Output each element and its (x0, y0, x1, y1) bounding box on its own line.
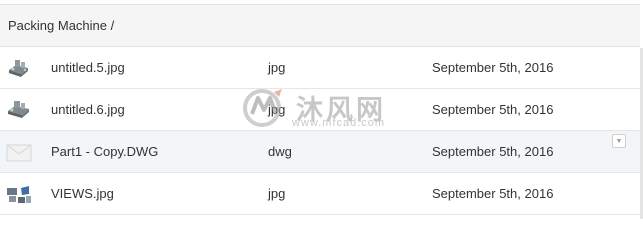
file-name[interactable]: Part1 - Copy.DWG (51, 131, 158, 173)
file-date: September 5th, 2016 (432, 186, 554, 201)
file-name[interactable]: VIEWS.jpg (51, 173, 114, 215)
file-row[interactable]: untitled.5.jpg jpg September 5th, 2016 (0, 47, 640, 89)
file-row[interactable]: Part1 - Copy.DWG dwg September 5th, 2016… (0, 131, 640, 173)
file-name[interactable]: untitled.5.jpg (51, 47, 125, 89)
envelope-file-icon[interactable] (6, 140, 32, 164)
machine-thumbnail-icon[interactable] (6, 56, 32, 80)
file-list: untitled.5.jpg jpg September 5th, 2016 u… (0, 47, 640, 215)
file-browser: Packing Machine / untitled.5.jpg jpg Sep… (0, 0, 643, 219)
machine-thumbnail-icon[interactable] (6, 98, 32, 122)
file-type: jpg (268, 186, 286, 201)
file-type: jpg (268, 60, 286, 75)
row-menu-button[interactable]: ▼ (612, 134, 626, 148)
breadcrumb: Packing Machine / (0, 4, 640, 47)
file-type: dwg (268, 144, 292, 159)
views-thumbnail-icon[interactable] (6, 182, 32, 206)
file-row[interactable]: VIEWS.jpg jpg September 5th, 2016 (0, 173, 640, 215)
file-date: September 5th, 2016 (432, 144, 554, 159)
file-date: September 5th, 2016 (432, 60, 554, 75)
file-date: September 5th, 2016 (432, 102, 554, 117)
file-type: jpg (268, 102, 286, 117)
file-name[interactable]: untitled.6.jpg (51, 89, 125, 131)
file-row[interactable]: untitled.6.jpg jpg September 5th, 2016 (0, 89, 640, 131)
chevron-down-icon: ▼ (615, 137, 623, 145)
breadcrumb-path[interactable]: Packing Machine / (8, 18, 114, 33)
